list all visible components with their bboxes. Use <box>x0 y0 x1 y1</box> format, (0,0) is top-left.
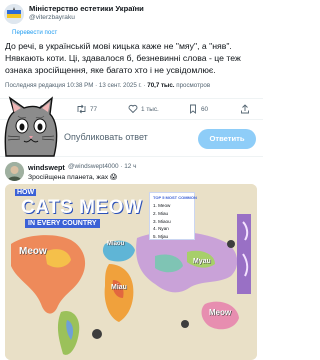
map-label: Miau <box>111 284 127 291</box>
reply-button[interactable]: Ответить <box>198 129 256 149</box>
cat-meme <box>0 96 60 158</box>
post-text: До речі, в українській мові кицька каже … <box>5 41 241 76</box>
top5-item: 4. Nyan <box>153 226 169 232</box>
map-label: Myau <box>193 258 211 265</box>
map-title-main: CATS MEOW <box>21 197 143 218</box>
map-label: Miaou <box>107 241 125 247</box>
cat-meme-icon <box>4 96 58 157</box>
reply-avatar[interactable] <box>5 162 24 181</box>
bookmark-icon <box>190 104 196 114</box>
top5-item: 1. Meow <box>153 203 171 208</box>
top5-item: 2. Miau <box>153 210 169 216</box>
post-timestamp[interactable]: Последняя редакция 10:38 PM · 13 сент. 2… <box>5 82 147 89</box>
views-count: 70,7 тыс. <box>147 82 175 89</box>
flag-avatar-icon <box>4 4 24 24</box>
bookmark-count: 60 <box>201 105 209 113</box>
post-header: Міністерство естетики України @viterzbay… <box>0 0 263 40</box>
map-title-how: HOW <box>15 189 37 196</box>
share-action[interactable] <box>240 104 250 114</box>
map-title-sub: IN EVERY COUNTRY <box>25 219 100 228</box>
retweet-action[interactable]: 77 <box>76 104 97 114</box>
views-label: просмотров <box>174 82 211 89</box>
cats-meow-map-image[interactable]: HOW CATS MEOW IN EVERY COUNTRY TOP 5 MOS… <box>5 184 257 360</box>
share-icon <box>241 104 249 114</box>
retweet-icon <box>77 104 86 114</box>
like-action[interactable]: 1 тыс. <box>128 104 159 114</box>
retweet-count: 77 <box>90 105 98 113</box>
reply-author-name[interactable]: windswept <box>28 163 65 172</box>
reply-text: Зросійщена планета, жах 😱 <box>28 174 118 181</box>
map-label: Meow <box>19 246 47 257</box>
author-handle[interactable]: @viterzbayraku <box>29 14 75 21</box>
top5-box: TOP 5 MOST COMMON 1. Meow 2. Miau 3. Mia… <box>149 192 197 241</box>
reply-input[interactable]: Опубликовать ответ <box>64 132 148 142</box>
reply-tweet: windswept @windswept4000 · 12 ч Зросійще… <box>0 158 263 360</box>
bookmark-action[interactable]: 60 <box>188 104 208 114</box>
top5-title: TOP 5 MOST COMMON <box>153 195 197 200</box>
map-label: Meow <box>209 308 232 317</box>
reply-author-handle[interactable]: @windswept4000 · 12 ч <box>68 163 136 170</box>
author-avatar[interactable] <box>4 4 24 24</box>
author-name[interactable]: Міністерство естетики України <box>29 4 144 13</box>
like-count: 1 тыс. <box>141 105 159 113</box>
post-meta: Последняя редакция 10:38 PM · 13 сент. 2… <box>5 82 261 89</box>
top5-item: 3. Miaou <box>153 218 171 224</box>
top5-item: 5. Mjau <box>153 234 169 240</box>
translate-link[interactable]: Перевести пост <box>12 29 57 36</box>
top5-list: 1. Meow 2. Miau 3. Miaou 4. Nyan 5. Mjau <box>153 202 191 241</box>
like-icon <box>128 104 138 114</box>
avatar-photo-icon <box>5 162 24 181</box>
